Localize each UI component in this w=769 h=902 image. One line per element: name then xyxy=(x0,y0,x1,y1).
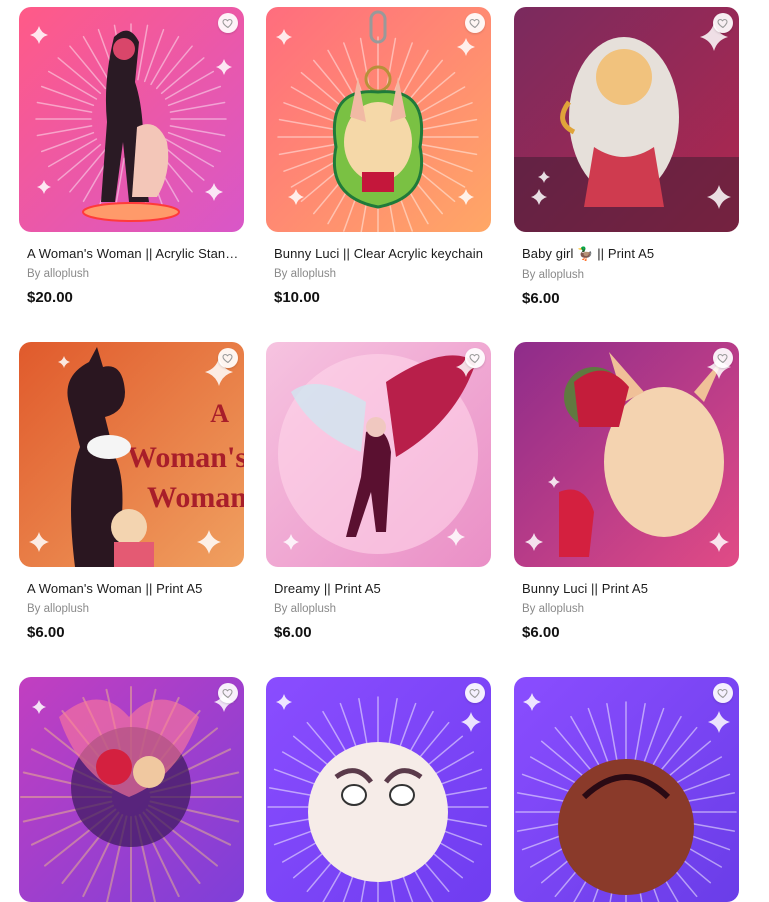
product-card[interactable]: Dreamy || Print A5 By alloplush $6.00 xyxy=(266,342,491,641)
product-grid: A Woman's Woman || Acrylic Standee By all… xyxy=(0,0,769,803)
product-seller[interactable]: By alloplush xyxy=(514,269,739,281)
product-price: $6.00 xyxy=(266,624,491,641)
product-seller[interactable]: By alloplush xyxy=(19,603,244,615)
heart-icon xyxy=(469,687,481,699)
product-card[interactable]: A Woman's Woman A Woman's Woman || Print A5… xyxy=(19,342,244,641)
product-seller[interactable]: By alloplush xyxy=(266,268,491,280)
product-price: $6.00 xyxy=(19,624,244,641)
product-title[interactable]: Baby girl 🦆 || Print A5 xyxy=(514,246,734,262)
product-image[interactable] xyxy=(19,677,244,902)
product-seller[interactable]: By alloplush xyxy=(19,268,244,280)
svg-text:A: A xyxy=(210,399,229,428)
product-image[interactable] xyxy=(266,7,491,232)
favorite-button[interactable] xyxy=(465,683,485,703)
product-thumbnail[interactable] xyxy=(266,677,491,902)
product-title[interactable]: Bunny Luci || Clear Acrylic keychain xyxy=(266,246,486,261)
product-card[interactable]: A Woman's Woman || Acrylic Standee By all… xyxy=(19,7,244,306)
favorite-button[interactable] xyxy=(713,348,733,368)
product-image[interactable] xyxy=(266,342,491,567)
favorite-button[interactable] xyxy=(218,13,238,33)
favorite-button[interactable] xyxy=(713,13,733,33)
product-thumbnail[interactable] xyxy=(266,342,491,567)
product-thumbnail[interactable] xyxy=(19,677,244,902)
product-seller[interactable]: By alloplush xyxy=(266,603,491,615)
product-price: $6.00 xyxy=(514,624,739,641)
product-image[interactable] xyxy=(514,7,739,232)
product-price: $6.00 xyxy=(514,290,739,307)
heart-icon xyxy=(469,352,481,364)
product-title[interactable]: A Woman's Woman || Print A5 xyxy=(19,581,239,596)
svg-text:Woman's: Woman's xyxy=(127,441,244,474)
heart-icon xyxy=(222,687,234,699)
product-image[interactable] xyxy=(266,677,491,902)
product-price: $10.00 xyxy=(266,289,491,306)
heart-icon xyxy=(717,687,729,699)
svg-text:Woman: Woman xyxy=(147,481,244,514)
product-seller[interactable]: By alloplush xyxy=(514,603,739,615)
product-card[interactable] xyxy=(19,677,244,902)
product-card[interactable]: Baby girl 🦆 || Print A5 By alloplush $6.00 xyxy=(514,7,739,307)
product-thumbnail[interactable] xyxy=(514,677,739,902)
product-image[interactable] xyxy=(514,342,739,567)
product-title[interactable]: Bunny Luci || Print A5 xyxy=(514,581,734,596)
product-image[interactable]: A Woman's Woman xyxy=(19,342,244,567)
product-title[interactable]: Dreamy || Print A5 xyxy=(266,581,486,596)
heart-icon xyxy=(717,17,729,29)
product-thumbnail[interactable] xyxy=(266,7,491,232)
favorite-button[interactable] xyxy=(218,348,238,368)
product-thumbnail[interactable] xyxy=(514,7,739,232)
product-thumbnail[interactable]: A Woman's Woman xyxy=(19,342,244,567)
product-title[interactable]: A Woman's Woman || Acrylic Standee xyxy=(19,246,239,261)
product-image[interactable] xyxy=(19,7,244,232)
product-card[interactable]: Bunny Luci || Clear Acrylic keychain By a… xyxy=(266,7,491,306)
product-card[interactable] xyxy=(266,677,491,902)
heart-icon xyxy=(717,352,729,364)
favorite-button[interactable] xyxy=(713,683,733,703)
product-card[interactable] xyxy=(514,677,739,902)
heart-icon xyxy=(222,17,234,29)
product-thumbnail[interactable] xyxy=(19,7,244,232)
heart-icon xyxy=(469,17,481,29)
product-image[interactable] xyxy=(514,677,739,902)
product-card[interactable]: Bunny Luci || Print A5 By alloplush $6.00 xyxy=(514,342,739,641)
favorite-button[interactable] xyxy=(465,348,485,368)
product-price: $20.00 xyxy=(19,289,244,306)
favorite-button[interactable] xyxy=(218,683,238,703)
product-thumbnail[interactable] xyxy=(514,342,739,567)
favorite-button[interactable] xyxy=(465,13,485,33)
heart-icon xyxy=(222,352,234,364)
